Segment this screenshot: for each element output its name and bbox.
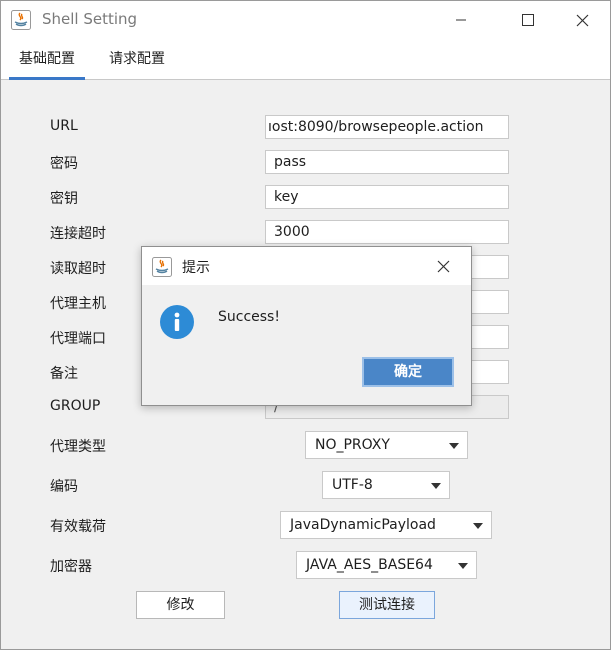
payload-select[interactable]: JavaDynamicPayload xyxy=(280,511,492,539)
proxy-host-label: 代理主机 xyxy=(50,296,106,312)
minimize-icon xyxy=(456,19,466,21)
encoding-select[interactable]: UTF-8 xyxy=(322,471,450,499)
ok-button[interactable]: 确定 xyxy=(362,357,454,387)
proxy-port-label: 代理端口 xyxy=(50,331,106,347)
password-label: 密码 xyxy=(50,156,78,172)
proxy-type-select[interactable]: NO_PROXY xyxy=(305,431,468,459)
cryption-label: 加密器 xyxy=(50,559,92,575)
info-icon xyxy=(160,305,194,339)
tab-basic-config[interactable]: 基础配置 xyxy=(9,39,85,80)
proxy-type-value: NO_PROXY xyxy=(315,437,390,453)
dialog-close-button[interactable] xyxy=(420,247,466,285)
payload-value: JavaDynamicPayload xyxy=(290,517,436,533)
connect-timeout-input[interactable]: 3000 xyxy=(265,220,509,244)
secret-key-input[interactable]: key xyxy=(265,185,509,209)
connect-timeout-label: 连接超时 xyxy=(50,226,106,242)
java-app-icon xyxy=(152,257,172,277)
tab-bar: 基础配置 请求配置 xyxy=(1,39,610,80)
group-label: GROUP xyxy=(50,398,101,414)
close-button[interactable] xyxy=(559,1,605,39)
url-input[interactable]: ıost:8090/browsepeople.action xyxy=(265,115,509,139)
chevron-down-icon xyxy=(449,443,459,449)
dialog-message: Success! xyxy=(218,309,280,325)
window-title: Shell Setting xyxy=(42,10,138,28)
maximize-icon xyxy=(522,14,534,26)
java-app-icon xyxy=(11,10,31,30)
read-timeout-label: 读取超时 xyxy=(50,261,106,277)
close-icon xyxy=(437,260,449,272)
info-dialog: 提示 Success! 确定 xyxy=(141,246,472,406)
test-connection-button[interactable]: 测试连接 xyxy=(339,591,435,619)
dialog-title-bar[interactable]: 提示 xyxy=(142,247,471,285)
chevron-down-icon xyxy=(473,523,483,529)
encoding-value: UTF-8 xyxy=(332,477,373,493)
title-bar[interactable]: Shell Setting xyxy=(1,1,610,39)
modify-button[interactable]: 修改 xyxy=(136,591,225,619)
chevron-down-icon xyxy=(458,563,468,569)
shell-setting-window: Shell Setting 基础配置 请求配置 URL 密码 密钥 连接超时 读… xyxy=(0,0,611,650)
encoding-label: 编码 xyxy=(50,479,78,495)
dialog-title: 提示 xyxy=(182,260,210,276)
remark-label: 备注 xyxy=(50,366,78,382)
minimize-button[interactable] xyxy=(438,1,484,39)
tab-request-config[interactable]: 请求配置 xyxy=(99,39,175,79)
proxy-type-label: 代理类型 xyxy=(50,439,106,455)
secret-key-label: 密钥 xyxy=(50,191,78,207)
close-icon xyxy=(576,14,588,26)
chevron-down-icon xyxy=(431,483,441,489)
url-label: URL xyxy=(50,118,78,134)
cryption-value: JAVA_AES_BASE64 xyxy=(306,557,433,573)
cryption-select[interactable]: JAVA_AES_BASE64 xyxy=(296,551,477,579)
password-input[interactable]: pass xyxy=(265,150,509,174)
maximize-button[interactable] xyxy=(505,1,551,39)
payload-label: 有效载荷 xyxy=(50,519,106,535)
